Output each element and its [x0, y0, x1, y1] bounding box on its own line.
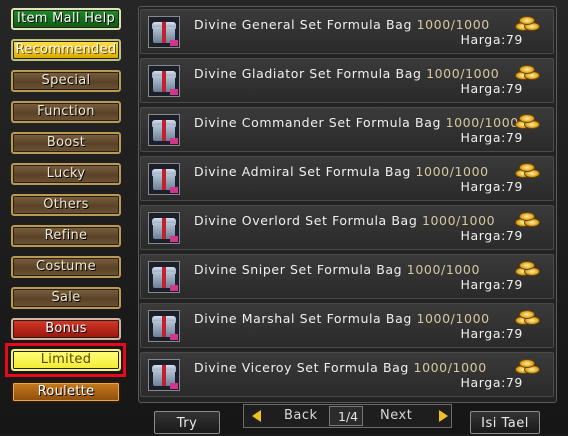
item-price: Harga:79	[460, 375, 523, 390]
category-recommended-button[interactable]: Recommended	[11, 39, 121, 61]
item-name: Divine Admiral Set Formula Bag	[194, 164, 411, 179]
item-name: Divine Commander Set Formula Bag	[194, 115, 441, 130]
treasure-chest-icon	[148, 212, 180, 244]
treasure-chest-icon	[148, 114, 180, 146]
item-stock: 1000/1000	[426, 66, 500, 81]
item-name-line: Divine Viceroy Set Formula Bag 1000/1000	[194, 360, 487, 375]
item-name-line: Divine Marshal Set Formula Bag 1000/1000	[194, 311, 490, 326]
gold-ingot-icon	[515, 260, 540, 276]
item-name-line: Divine Overlord Set Formula Bag 1000/100…	[194, 213, 495, 228]
gold-ingot-icon	[515, 113, 540, 129]
item-name: Divine Gladiator Set Formula Bag	[194, 66, 422, 81]
item-name-line: Divine Commander Set Formula Bag 1000/10…	[194, 115, 519, 130]
category-lucky-button[interactable]: Lucky	[11, 163, 121, 185]
item-row[interactable]: Divine Admiral Set Formula Bag 1000/1000…	[140, 156, 554, 201]
treasure-chest-icon	[148, 16, 180, 48]
item-name: Divine Overlord Set Formula Bag	[194, 213, 418, 228]
item-price: Harga:79	[460, 228, 523, 243]
item-stock: 1000/1000	[406, 262, 481, 277]
category-special-button[interactable]: Special	[11, 70, 121, 92]
item-row[interactable]: Divine Gladiator Set Formula Bag 1000/10…	[140, 58, 554, 103]
selected-category-outline	[5, 343, 126, 377]
category-boost-button[interactable]: Boost	[11, 132, 121, 154]
item-row[interactable]: Divine Commander Set Formula Bag 1000/10…	[140, 107, 554, 152]
category-costume-button[interactable]: Costume	[11, 256, 121, 278]
gold-ingot-icon	[515, 358, 540, 374]
treasure-chest-icon	[148, 359, 180, 391]
item-name: Divine Viceroy Set Formula Bag	[194, 360, 409, 375]
item-row[interactable]: Divine Sniper Set Formula Bag 1000/1000 H…	[140, 254, 554, 299]
gold-ingot-icon	[515, 309, 540, 325]
back-label: Back	[284, 408, 318, 423]
page-indicator: 1/4	[338, 409, 359, 424]
category-sale-button[interactable]: Sale	[11, 287, 121, 309]
item-price: Harga:79	[460, 32, 523, 47]
arrow-left-icon	[252, 410, 261, 422]
next-button[interactable]: Next	[372, 406, 450, 426]
item-stock: 1000/1000	[445, 115, 519, 130]
item-row[interactable]: Divine General Set Formula Bag 1000/1000…	[140, 9, 554, 54]
item-stock: 1000/1000	[416, 311, 490, 326]
item-mall-window: Item Mall Help Recommended Special Function…	[0, 0, 568, 434]
item-price: Harga:79	[460, 326, 523, 341]
pagination: Back 1/4 Next	[243, 404, 452, 428]
item-name-line: Divine Gladiator Set Formula Bag 1000/10…	[194, 66, 499, 81]
gold-ingot-icon	[515, 64, 540, 80]
item-row[interactable]: Divine Overlord Set Formula Bag 1000/100…	[140, 205, 554, 250]
next-label: Next	[380, 408, 413, 423]
category-function-button[interactable]: Function	[11, 101, 121, 123]
category-roulette-button[interactable]: Roulette	[11, 381, 121, 403]
item-name: Divine Marshal Set Formula Bag	[194, 311, 412, 326]
category-item-mall-help-button[interactable]: Item Mall Help	[11, 8, 121, 30]
item-name: Divine General Set Formula Bag	[194, 17, 412, 32]
gold-ingot-icon	[515, 15, 540, 31]
item-stock: 1000/1000	[416, 17, 490, 32]
item-price: Harga:79	[460, 81, 523, 96]
item-name-line: Divine General Set Formula Bag 1000/1000	[194, 17, 490, 32]
item-row[interactable]: Divine Marshal Set Formula Bag 1000/1000…	[140, 303, 554, 348]
treasure-chest-icon	[148, 65, 180, 97]
item-price: Harga:79	[460, 130, 523, 145]
category-refine-button[interactable]: Refine	[11, 225, 121, 247]
category-bonus-button[interactable]: Bonus	[11, 318, 121, 340]
isi-tael-button[interactable]: Isi Tael	[470, 411, 540, 434]
page-indicator-box: 1/4	[329, 406, 363, 426]
try-button[interactable]: Try	[154, 411, 220, 434]
item-name-line: Divine Admiral Set Formula Bag 1000/1000	[194, 164, 489, 179]
item-name-line: Divine Sniper Set Formula Bag 1000/1000	[194, 262, 480, 277]
category-others-button[interactable]: Others	[11, 194, 121, 216]
back-button[interactable]: Back	[246, 406, 324, 426]
item-price: Harga:79	[460, 277, 523, 292]
item-stock: 1000/1000	[421, 213, 496, 228]
arrow-right-icon	[439, 410, 448, 422]
gold-ingot-icon	[515, 211, 540, 227]
treasure-chest-icon	[148, 310, 180, 342]
treasure-chest-icon	[148, 163, 180, 195]
item-stock: 1000/1000	[415, 164, 489, 179]
treasure-chest-icon	[148, 261, 180, 293]
item-stock: 1000/1000	[413, 360, 487, 375]
item-row[interactable]: Divine Viceroy Set Formula Bag 1000/1000…	[140, 352, 554, 397]
item-name: Divine Sniper Set Formula Bag	[194, 262, 403, 277]
item-price: Harga:79	[460, 179, 523, 194]
gold-ingot-icon	[515, 162, 540, 178]
